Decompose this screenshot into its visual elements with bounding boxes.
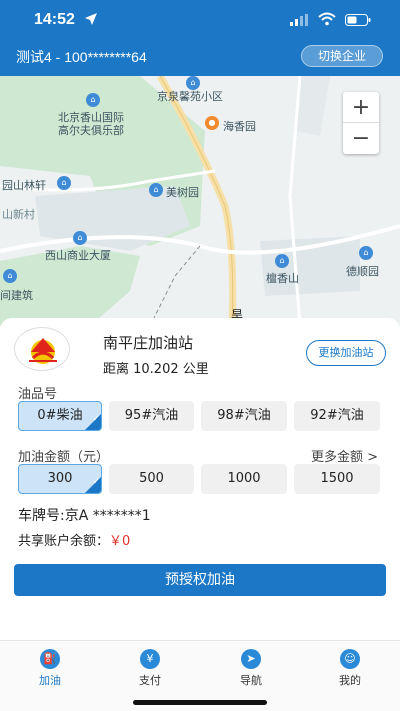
amount-option-500[interactable]: 500	[109, 464, 194, 494]
tab-fuel-label: 加油	[39, 674, 61, 687]
tab-fuel[interactable]: ⛽ 加油	[20, 649, 80, 688]
tab-profile[interactable]: ☺ 我的	[320, 649, 380, 688]
map-label-meishu: 美树园	[166, 187, 199, 199]
amount-label: 加油金额（元）	[18, 450, 110, 465]
status-bar: 14:52	[0, 0, 400, 40]
station-distance: 距离 10.202 公里	[103, 362, 209, 377]
tab-navigation-label: 导航	[240, 674, 262, 687]
fuel-type-label: 油品号	[18, 387, 58, 402]
map-label-golf-2: 高尔夫俱乐部	[58, 125, 124, 137]
license-plate: 车牌号:京A *******1	[18, 508, 151, 524]
poi-shanlin-icon: ⌂	[57, 176, 71, 190]
map-label-shanxin: 山新村	[2, 209, 35, 221]
status-time: 14:52	[34, 11, 75, 28]
map-view[interactable]: ⌂ 北京香山国际 高尔夫俱乐部 ⌂ 京泉馨苑小区 ● 海香园 ⌂ 园山林轩 ⌂ …	[0, 76, 400, 326]
map-label-tanxiang: 檀香山	[266, 273, 299, 285]
poi-building-icon: ⌂	[3, 269, 17, 283]
home-indicator	[133, 700, 267, 705]
fuel-icon: ⛽	[40, 649, 60, 669]
pay-icon: ¥	[140, 649, 160, 669]
poi-meishu-icon: ⌂	[149, 183, 163, 197]
map-label-deshun: 德顺园	[346, 266, 379, 278]
poi-golf-icon: ⌂	[86, 93, 100, 107]
wifi-icon	[318, 12, 336, 26]
poi-restaurant-icon: ●	[205, 116, 219, 130]
fuel-option-98[interactable]: 98#汽油	[201, 401, 287, 431]
station-name: 南平庄加油站	[103, 334, 194, 352]
map-label-haixiang: 海香园	[223, 121, 256, 133]
fuel-option-92[interactable]: 92#汽油	[294, 401, 380, 431]
zoom-control: + −	[343, 92, 379, 154]
battery-icon	[345, 14, 371, 26]
tab-profile-label: 我的	[339, 674, 361, 687]
amount-option-1500[interactable]: 1500	[294, 464, 380, 494]
shared-balance-value: ￥0	[109, 534, 131, 549]
map-label-jingquan: 京泉馨苑小区	[157, 91, 223, 103]
station-logo	[14, 327, 70, 371]
poi-deshun-icon: ⌂	[359, 246, 373, 260]
shared-balance-label: 共享账户余额：	[18, 534, 110, 549]
company-name: 测试4 - 100********64	[16, 49, 147, 65]
preauth-fuel-button[interactable]: 预授权加油	[14, 564, 386, 596]
shared-balance: 共享账户余额：￥0	[18, 530, 130, 549]
amount-option-300[interactable]: 300	[18, 464, 102, 494]
tab-pay-label: 支付	[139, 674, 161, 687]
more-amount-link[interactable]: 更多金额 >	[311, 446, 378, 465]
poi-commerce-icon: ⌂	[73, 231, 87, 245]
amount-option-1000[interactable]: 1000	[201, 464, 287, 494]
fuel-option-95[interactable]: 95#汽油	[109, 401, 194, 431]
navigation-icon: ➤	[241, 649, 261, 669]
app-header: 14:52 测试4 - 100********64 切换企业	[0, 0, 400, 76]
poi-tanxiang-icon: ⌂	[275, 254, 289, 268]
change-station-button[interactable]: 更换加油站	[306, 340, 386, 366]
petrochina-logo-icon	[29, 338, 57, 364]
fuel-option-0-diesel[interactable]: 0#柴油	[18, 401, 102, 431]
map-label-commerce: 西山商业大厦	[45, 250, 111, 262]
tab-navigation[interactable]: ➤ 导航	[221, 649, 281, 688]
tab-pay[interactable]: ¥ 支付	[120, 649, 180, 688]
zoom-in-button[interactable]: +	[343, 92, 379, 123]
zoom-out-button[interactable]: −	[343, 123, 379, 154]
location-arrow-icon	[85, 13, 97, 25]
map-label-shanlin: 园山林轩	[2, 180, 46, 192]
switch-company-button[interactable]: 切换企业	[301, 45, 383, 67]
map-label-building: 间建筑	[0, 290, 33, 302]
signal-icon	[290, 14, 308, 26]
profile-icon: ☺	[340, 649, 360, 669]
